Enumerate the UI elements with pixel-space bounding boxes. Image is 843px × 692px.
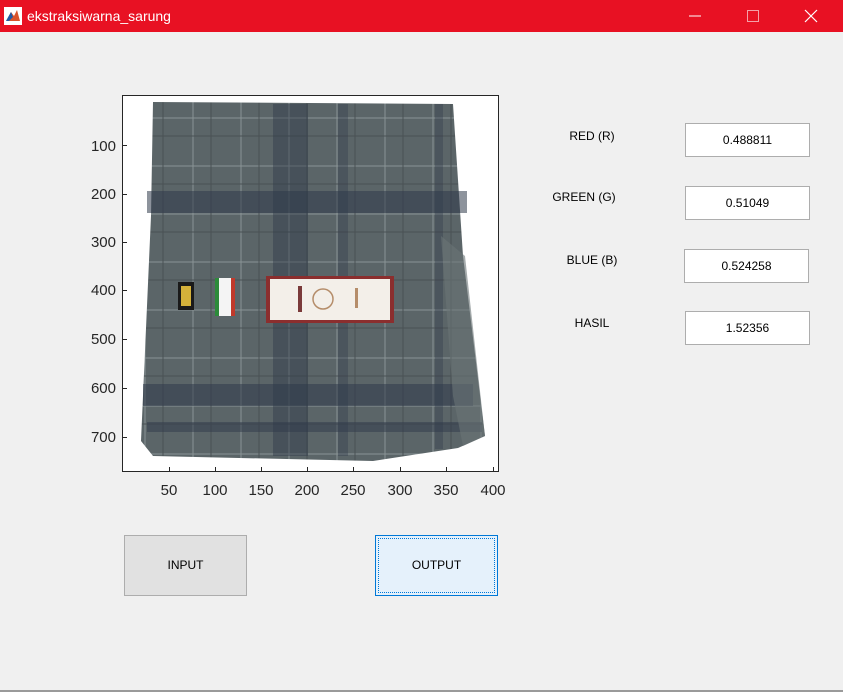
green-value-field[interactable]: 0.51049 bbox=[685, 186, 810, 220]
x-tick-label: 100 bbox=[202, 482, 228, 499]
y-tick-label: 600 bbox=[90, 380, 116, 397]
y-tickmark bbox=[122, 194, 127, 195]
red-value-field[interactable]: 0.488811 bbox=[685, 123, 810, 157]
matlab-icon bbox=[4, 7, 22, 25]
x-tickmark bbox=[353, 467, 354, 472]
x-tick-label: 50 bbox=[160, 482, 178, 499]
output-button[interactable]: OUTPUT bbox=[375, 535, 498, 596]
x-tick-label: 150 bbox=[248, 482, 274, 499]
hasil-label: HASIL bbox=[574, 316, 610, 330]
y-tick-label: 100 bbox=[90, 138, 116, 155]
y-tick-label: 700 bbox=[90, 429, 116, 446]
window-title: ekstraksiwarna_sarung bbox=[27, 8, 171, 24]
x-tickmark bbox=[169, 467, 170, 472]
green-label: GREEN (G) bbox=[552, 190, 616, 204]
sarung-image bbox=[141, 102, 485, 461]
y-tickmark bbox=[122, 290, 127, 291]
maximize-button[interactable] bbox=[730, 0, 776, 32]
y-tick-label: 500 bbox=[90, 331, 116, 348]
x-tickmark bbox=[400, 467, 401, 472]
x-tick-label: 300 bbox=[387, 482, 413, 499]
input-button[interactable]: INPUT bbox=[124, 535, 247, 596]
title-bar: ekstraksiwarna_sarung bbox=[0, 0, 843, 32]
red-label: RED (R) bbox=[569, 129, 615, 143]
y-tick-label: 200 bbox=[90, 186, 116, 203]
y-tick-label: 400 bbox=[90, 282, 116, 299]
maximize-icon bbox=[747, 10, 759, 22]
y-tickmark bbox=[122, 339, 127, 340]
y-tick-label: 300 bbox=[90, 234, 116, 251]
y-tickmark bbox=[122, 437, 127, 438]
x-tick-label: 200 bbox=[294, 482, 320, 499]
minimize-icon bbox=[689, 15, 701, 17]
x-tickmark bbox=[307, 467, 308, 472]
y-tickmark bbox=[122, 145, 127, 146]
x-tickmark bbox=[446, 467, 447, 472]
x-tickmark bbox=[261, 467, 262, 472]
hasil-value-field[interactable]: 1.52356 bbox=[685, 311, 810, 345]
blue-label: BLUE (B) bbox=[566, 253, 618, 267]
x-tick-label: 400 bbox=[480, 482, 506, 499]
minimize-button[interactable] bbox=[672, 0, 718, 32]
y-tickmark bbox=[122, 242, 127, 243]
image-axes bbox=[122, 95, 499, 472]
blue-value-field[interactable]: 0.524258 bbox=[684, 249, 809, 283]
x-tickmark bbox=[215, 467, 216, 472]
close-icon bbox=[804, 9, 818, 23]
x-tickmark bbox=[493, 467, 494, 472]
x-tick-label: 350 bbox=[433, 482, 459, 499]
close-button[interactable] bbox=[788, 0, 834, 32]
x-tick-label: 250 bbox=[340, 482, 366, 499]
y-tickmark bbox=[122, 388, 127, 389]
